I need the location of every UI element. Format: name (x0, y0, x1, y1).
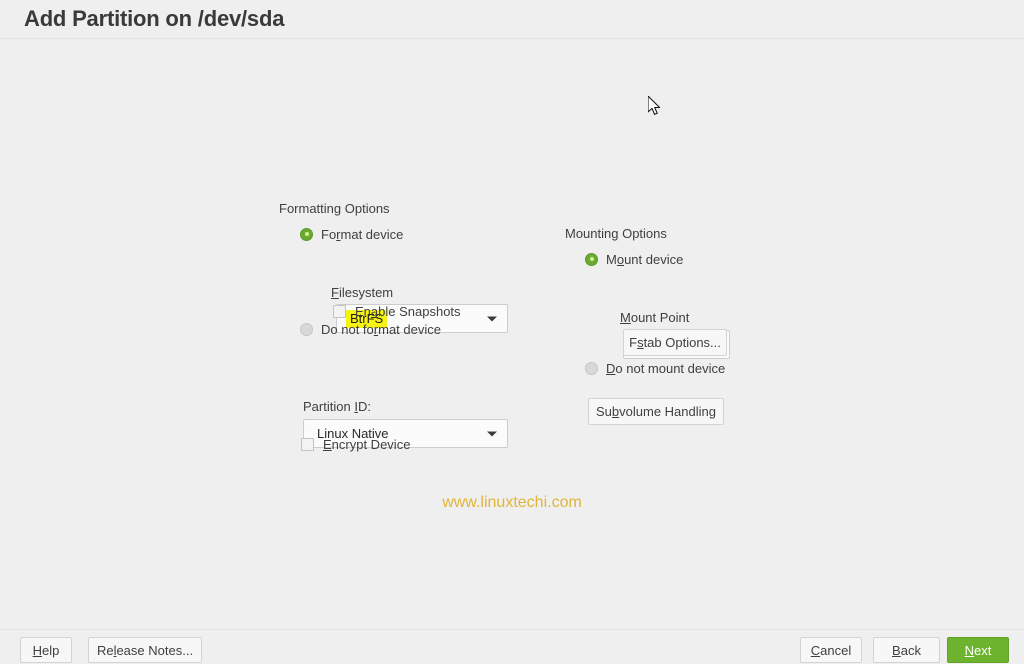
checkbox-enable-snapshots[interactable]: Enable Snapshots (333, 302, 461, 320)
radio-indicator-do-not-mount-device (585, 361, 598, 375)
page-title: Add Partition on /dev/sda (24, 6, 285, 31)
radio-label-mount-device: Mount device (606, 251, 684, 267)
radio-label-format-device: Format device (321, 226, 404, 242)
fstab-options-button[interactable]: Fstab Options... (623, 329, 727, 356)
radio-do-not-format-device[interactable]: Do not format device (300, 320, 441, 338)
checkbox-indicator-enable-snapshots (333, 304, 346, 318)
release-notes-button[interactable]: Release Notes... (88, 637, 202, 663)
radio-label-do-not-mount-device: Do not mount device (606, 360, 726, 376)
checkbox-label-encrypt-device: Encrypt Device (323, 436, 411, 452)
checkbox-label-enable-snapshots: Enable Snapshots (355, 303, 461, 319)
chevron-down-icon (487, 316, 497, 321)
radio-mount-device[interactable]: Mount device (585, 250, 683, 268)
next-label: Next (964, 642, 992, 658)
cancel-button[interactable]: Cancel (800, 637, 862, 663)
chevron-down-icon (487, 431, 497, 436)
fstab-options-label: Fstab Options... (629, 335, 721, 350)
formatting-options-group-title: Formatting Options (279, 201, 390, 216)
mount-point-label: Mount Point (620, 310, 690, 325)
next-button[interactable]: Next (947, 637, 1009, 663)
dialog-header: Add Partition on /dev/sda (0, 0, 1024, 39)
help-button[interactable]: Help (20, 637, 72, 663)
watermark: www.linuxtechi.com (442, 494, 582, 511)
checkbox-encrypt-device[interactable]: Encrypt Device (301, 435, 410, 453)
cancel-label: Cancel (810, 642, 852, 658)
mounting-options-group-title: Mounting Options (565, 226, 667, 241)
help-label: Help (32, 642, 60, 658)
checkbox-indicator-encrypt-device (301, 437, 314, 451)
dialog-footer: Help Release Notes... Cancel Back Next (0, 629, 1024, 664)
back-button[interactable]: Back (873, 637, 940, 663)
back-label: Back (892, 642, 921, 658)
radio-indicator-do-not-format-device (300, 322, 313, 336)
partition-id-label: Partition ID: (303, 399, 371, 414)
radio-format-device[interactable]: Format device (300, 225, 403, 243)
radio-do-not-mount-device[interactable]: Do not mount device (585, 359, 725, 377)
radio-indicator-mount-device (585, 252, 598, 266)
release-notes-label: Release Notes... (96, 642, 194, 658)
subvolume-handling-button[interactable]: Subvolume Handling (588, 398, 724, 425)
radio-indicator-format-device (300, 227, 313, 241)
filesystem-label: Filesystem (331, 285, 394, 300)
subvolume-handling-label: Subvolume Handling (596, 404, 716, 419)
radio-label-do-not-format-device: Do not format device (321, 321, 441, 337)
dialog-content: Formatting Options Format device Filesys… (0, 39, 1024, 629)
